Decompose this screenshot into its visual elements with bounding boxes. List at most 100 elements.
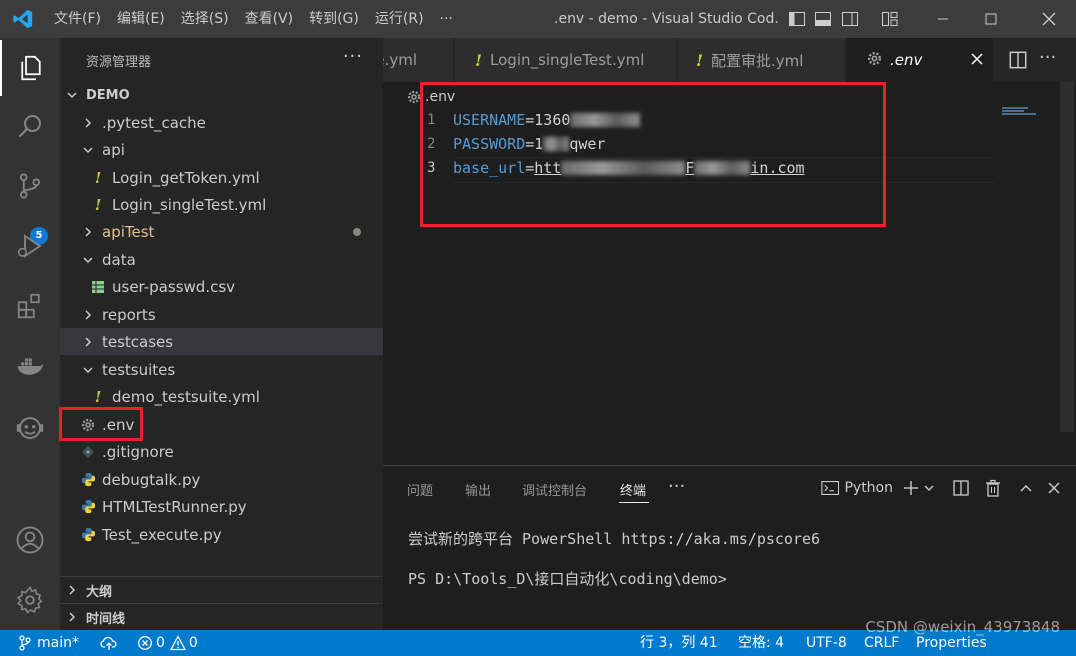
tab-login-singletest[interactable]: ! Login_singleTest.yml xyxy=(455,38,677,82)
git-file-icon xyxy=(80,444,96,460)
minimap[interactable] xyxy=(1002,106,1042,116)
branch-indicator[interactable]: main* xyxy=(18,630,79,656)
new-terminal-icon[interactable] xyxy=(901,478,921,498)
tab-config-approval[interactable]: ! 配置审批.yml xyxy=(678,38,846,82)
tree-folder-api[interactable]: api xyxy=(60,136,383,163)
warning-icon xyxy=(169,635,186,651)
project-folder-header[interactable]: DEMO xyxy=(60,82,383,108)
terminal-profile-python[interactable]: Python xyxy=(821,478,893,498)
vscode-logo-icon xyxy=(0,0,46,38)
split-editor-icon[interactable] xyxy=(1007,49,1029,71)
tab-label: e.yml xyxy=(383,51,417,69)
trash-icon[interactable] xyxy=(983,478,1003,498)
source-control-icon[interactable] xyxy=(0,158,60,214)
remote-explorer-icon[interactable] xyxy=(0,400,60,456)
tree-label: Login_getToken.yml xyxy=(112,168,260,187)
sync-button[interactable] xyxy=(100,630,118,656)
chevron-down-icon[interactable] xyxy=(922,478,936,498)
explorer-sidebar: 资源管理器 ··· DEMO .pytest_cache api ! Login… xyxy=(60,38,383,630)
tree-file-debugtalk[interactable]: debugtalk.py xyxy=(60,466,383,493)
toggle-sidebar-icon[interactable] xyxy=(787,9,807,29)
customize-layout-icon[interactable] xyxy=(880,9,900,29)
title-bar: 文件(F) 编辑(E) 选择(S) 查看(V) 转到(G) 运行(R) ··· … xyxy=(0,0,1076,38)
search-icon[interactable] xyxy=(0,98,60,154)
tree-label: user-passwd.csv xyxy=(112,277,236,296)
menu-selection[interactable]: 选择(S) xyxy=(173,0,237,38)
explorer-more-actions-icon[interactable]: ··· xyxy=(343,46,363,67)
indentation-setting[interactable]: 空格: 4 xyxy=(738,630,784,656)
tab-label: .env xyxy=(890,51,923,69)
explorer-icon[interactable] xyxy=(0,40,60,96)
tree-file-login-singletest[interactable]: ! Login_singleTest.yml xyxy=(60,191,383,218)
encoding-setting[interactable]: UTF-8 xyxy=(806,630,847,656)
panel-more-icon[interactable]: ··· xyxy=(668,476,685,497)
tree-file-demo-testsuite[interactable]: ! demo_testsuite.yml xyxy=(60,383,383,410)
tree-folder-data[interactable]: data xyxy=(60,246,383,273)
docker-icon[interactable] xyxy=(0,338,60,394)
tree-file-htmltestrunner[interactable]: HTMLTestRunner.py xyxy=(60,493,383,520)
menu-edit[interactable]: 编辑(E) xyxy=(109,0,173,38)
panel-tab-output[interactable]: 输出 xyxy=(465,480,491,499)
tree-folder-pytest-cache[interactable]: .pytest_cache xyxy=(60,109,383,136)
yaml-file-icon: ! xyxy=(94,387,102,406)
panel-tab-terminal[interactable]: 终端 xyxy=(620,480,646,499)
cursor-position[interactable]: 行 3，列 41 xyxy=(640,630,718,656)
branch-name: main* xyxy=(37,635,79,651)
close-window-button[interactable] xyxy=(1026,0,1072,38)
menu-run[interactable]: 运行(R) xyxy=(367,0,432,38)
tree-file-login-gettoken[interactable]: ! Login_getToken.yml xyxy=(60,164,383,191)
run-debug-icon[interactable] xyxy=(0,218,60,274)
highlight-box-env-file xyxy=(59,407,143,441)
tree-label: testsuites xyxy=(102,360,176,379)
tree-folder-testsuites[interactable]: testsuites xyxy=(60,356,383,383)
split-terminal-icon[interactable] xyxy=(951,478,971,498)
tree-file-gitignore[interactable]: .gitignore xyxy=(60,438,383,465)
menu-view[interactable]: 查看(V) xyxy=(237,0,302,38)
close-panel-icon[interactable] xyxy=(1044,478,1064,498)
chevron-right-icon xyxy=(80,115,96,131)
tree-folder-apitest[interactable]: apiTest xyxy=(60,218,383,245)
problems-indicator[interactable]: 0 0 xyxy=(137,630,198,656)
chevron-down-icon xyxy=(64,87,80,103)
highlight-box-env-content xyxy=(420,82,886,227)
tree-label: .gitignore xyxy=(102,442,174,461)
panel-tab-problems[interactable]: 问题 xyxy=(407,480,433,499)
maximize-button[interactable] xyxy=(968,0,1014,38)
tab-partial-yml[interactable]: e.yml xyxy=(383,38,454,82)
terminal-output-line: 尝试新的跨平台 PowerShell https://aka.ms/pscore… xyxy=(408,530,821,548)
tree-folder-testcases[interactable]: testcases xyxy=(60,328,383,355)
yaml-file-icon: ! xyxy=(94,168,102,187)
outline-section-header[interactable]: 大纲 xyxy=(60,576,383,603)
tab-label: Login_singleTest.yml xyxy=(490,51,645,69)
tab-close-icon[interactable] xyxy=(970,50,984,71)
tree-folder-reports[interactable]: reports xyxy=(60,301,383,328)
panel-tab-debug-console[interactable]: 调试控制台 xyxy=(522,480,587,499)
tree-label: testcases xyxy=(102,332,174,351)
terminal-prompt-line[interactable]: PS D:\Tools_D\接口自动化\coding\demo> xyxy=(408,568,727,589)
menu-go[interactable]: 转到(G) xyxy=(301,0,367,38)
toggle-secondary-sidebar-icon[interactable] xyxy=(840,9,860,29)
editor-more-actions-icon[interactable]: ··· xyxy=(1039,49,1061,71)
timeline-section-header[interactable]: 时间线 xyxy=(60,603,383,630)
editor-scrollbar[interactable] xyxy=(1060,82,1074,432)
menu-file[interactable]: 文件(F) xyxy=(46,0,109,38)
tree-label: HTMLTestRunner.py xyxy=(102,497,247,516)
menu-more[interactable]: ··· xyxy=(432,0,461,38)
tree-label: Test_execute.py xyxy=(102,525,222,544)
minimize-button[interactable] xyxy=(920,0,966,38)
tree-file-test-execute[interactable]: Test_execute.py xyxy=(60,521,383,548)
python-file-icon xyxy=(80,527,96,543)
explorer-title: 资源管理器 xyxy=(86,54,152,70)
toggle-panel-icon[interactable] xyxy=(813,9,833,29)
tree-label: Login_singleTest.yml xyxy=(112,195,267,214)
tree-file-user-passwd-csv[interactable]: user-passwd.csv xyxy=(60,273,383,300)
bottom-panel: 问题 输出 调试控制台 终端 ··· Python 尝试新的跨平台 PowerS… xyxy=(383,465,1076,630)
settings-gear-icon[interactable] xyxy=(0,572,60,628)
maximize-panel-chevron-up-icon[interactable] xyxy=(1016,478,1036,498)
outline-label: 大纲 xyxy=(86,584,113,600)
account-icon[interactable] xyxy=(0,512,60,568)
tree-label: reports xyxy=(102,305,156,324)
chevron-right-icon xyxy=(80,307,96,323)
extensions-icon[interactable] xyxy=(0,278,60,334)
python-file-icon xyxy=(80,472,96,488)
